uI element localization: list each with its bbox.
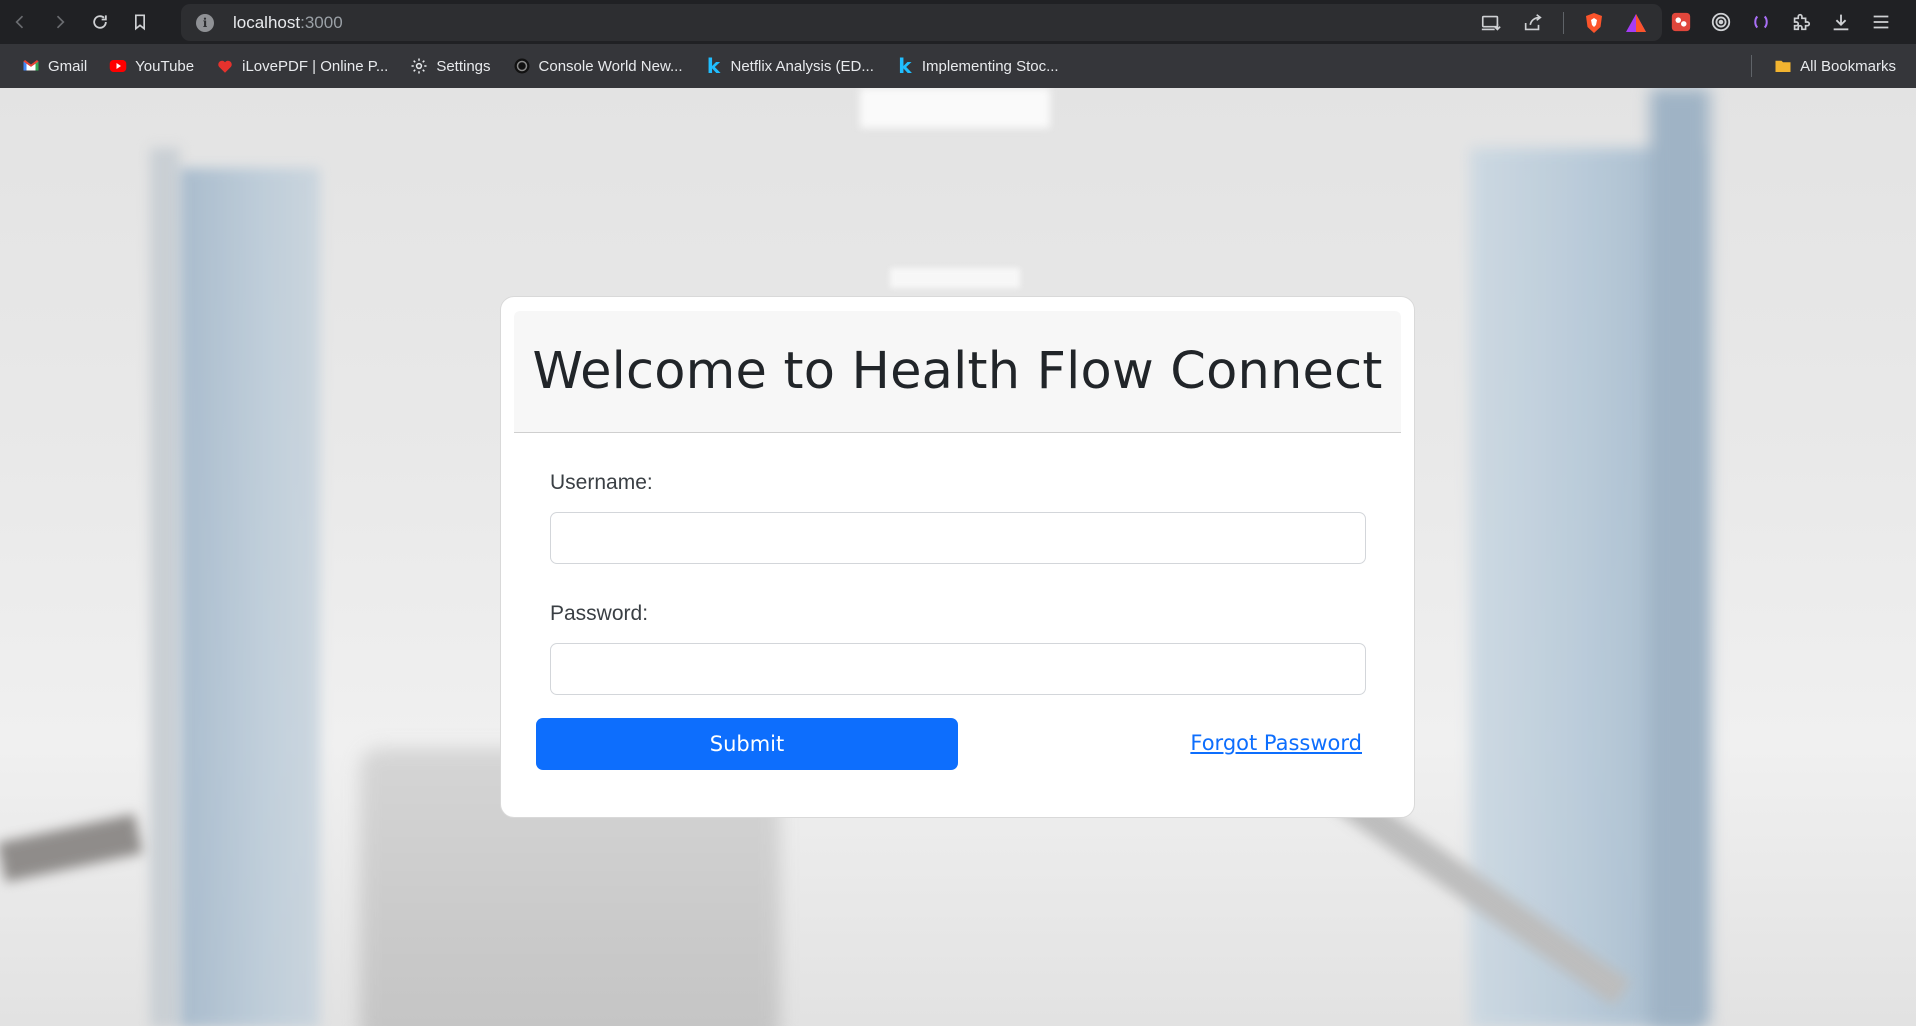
browser-toolbar: i localhost:3000 — [0, 0, 1916, 44]
forgot-password-link[interactable]: Forgot Password — [1190, 731, 1362, 755]
folder-icon — [1774, 57, 1792, 75]
ilovepdf-icon — [216, 57, 234, 75]
bookmark-settings[interactable]: Settings — [402, 51, 498, 81]
forward-button[interactable] — [40, 0, 80, 44]
bookmark-console-world[interactable]: Console World New... — [505, 51, 691, 81]
extension-red-icon[interactable] — [1668, 9, 1694, 35]
bookmark-page-button[interactable] — [120, 0, 160, 44]
address-bar[interactable]: i localhost:3000 — [181, 4, 1662, 41]
url-host: localhost — [233, 12, 301, 32]
bookmark-label: iLovePDF | Online P... — [242, 57, 389, 75]
page-viewport: Welcome to Health Flow Connect Username:… — [0, 88, 1916, 1026]
kaggle-icon: k — [898, 54, 912, 78]
bookmark-label: Gmail — [48, 57, 88, 75]
console-world-icon — [513, 57, 531, 75]
reload-button[interactable] — [80, 0, 120, 44]
brave-rewards-icon[interactable] — [1624, 11, 1648, 35]
youtube-icon — [109, 57, 127, 75]
menu-icon[interactable] — [1868, 9, 1894, 35]
back-arrow-icon — [15, 15, 24, 29]
background-image — [860, 88, 1050, 128]
page-title: Welcome to Health Flow Connect — [532, 342, 1383, 401]
forward-arrow-icon — [56, 15, 65, 29]
gear-icon — [410, 57, 428, 75]
gmail-icon — [22, 57, 40, 75]
extension-brackets-icon[interactable] — [1748, 9, 1774, 35]
bookmark-label: Implementing Stoc... — [921, 57, 1059, 75]
login-card-header: Welcome to Health Flow Connect — [514, 311, 1401, 433]
background-image — [150, 148, 180, 1026]
url-port: :3000 — [300, 12, 343, 32]
site-info-icon[interactable]: i — [196, 13, 214, 32]
bookmark-label: Settings — [436, 57, 491, 75]
all-bookmarks-button[interactable]: All Bookmarks — [1766, 51, 1904, 81]
submit-button[interactable]: Submit — [536, 718, 958, 770]
background-image — [180, 168, 320, 1026]
share-icon[interactable] — [1521, 11, 1545, 35]
all-bookmarks-label: All Bookmarks — [1800, 57, 1896, 75]
password-input[interactable] — [550, 643, 1366, 695]
username-label: Username: — [550, 471, 653, 494]
bookmark-label: Console World New... — [538, 57, 683, 75]
reload-icon — [93, 15, 107, 29]
background-image — [1650, 88, 1710, 1026]
back-button[interactable] — [0, 0, 40, 44]
bookmarks-divider — [1751, 55, 1753, 77]
bookmark-label: Netflix Analysis (ED... — [730, 57, 874, 75]
bookmark-icon — [135, 14, 145, 31]
bookmark-ilovepdf[interactable]: iLovePDF | Online P... — [208, 51, 396, 81]
kaggle-icon: k — [706, 54, 721, 78]
bookmark-youtube[interactable]: YouTube — [101, 51, 202, 81]
background-image — [0, 813, 143, 883]
bookmark-gmail[interactable]: Gmail — [14, 51, 95, 81]
login-card: Welcome to Health Flow Connect Username:… — [500, 296, 1415, 818]
bookmark-implementing-stoc[interactable]: k Implementing Stoc... — [888, 51, 1067, 81]
extensions-area — [1668, 0, 1894, 44]
username-input[interactable] — [550, 512, 1366, 564]
bookmark-label: YouTube — [135, 57, 195, 75]
url-text[interactable]: localhost:3000 — [233, 13, 343, 33]
downloads-icon[interactable] — [1828, 9, 1854, 35]
toolbar-divider — [1563, 11, 1564, 34]
password-label: Password: — [550, 602, 649, 625]
bookmark-netflix-analysis[interactable]: k Netflix Analysis (ED... — [696, 51, 881, 81]
install-app-icon[interactable] — [1479, 11, 1503, 35]
brave-shields-icon[interactable] — [1582, 11, 1606, 35]
extension-target-icon[interactable] — [1708, 9, 1734, 35]
bookmarks-bar: Gmail YouTube iLovePDF | Online P... Set… — [0, 44, 1916, 88]
extensions-puzzle-icon[interactable] — [1788, 9, 1814, 35]
background-image — [890, 268, 1020, 288]
